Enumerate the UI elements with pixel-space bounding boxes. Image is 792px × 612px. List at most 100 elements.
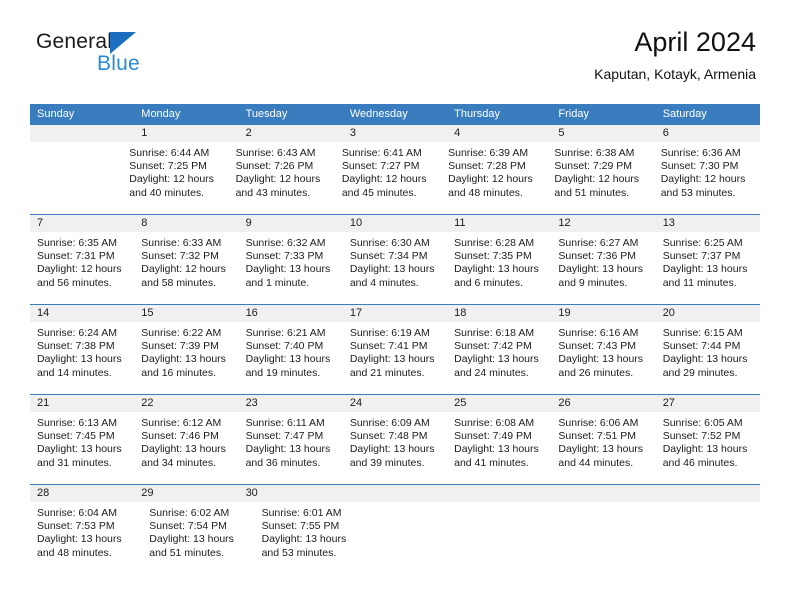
day-cell[interactable]: Sunrise: 6:44 AM Sunset: 7:25 PM Daylight:… (122, 142, 228, 214)
day-cell[interactable]: Sunrise: 6:09 AM Sunset: 7:48 PM Daylight:… (343, 412, 447, 484)
day-cell-empty (30, 142, 122, 214)
day-cell[interactable]: Sunrise: 6:33 AM Sunset: 7:32 PM Daylight:… (134, 232, 238, 304)
day-number[interactable]: 21 (30, 395, 134, 412)
daylight-line2-text: and 36 minutes. (245, 456, 321, 469)
day-number[interactable]: 15 (134, 305, 238, 322)
day-number[interactable]: 8 (134, 215, 238, 232)
day-cell[interactable]: Sunrise: 6:05 AM Sunset: 7:52 PM Daylight:… (656, 412, 760, 484)
page-header: General Blue April 2024 Kaputan, Kotayk,… (36, 26, 756, 96)
daylight-line2-text: and 4 minutes. (349, 276, 419, 289)
day-number[interactable]: 5 (551, 125, 655, 142)
day-number[interactable]: 12 (551, 215, 655, 232)
day-cell[interactable]: Sunrise: 6:12 AM Sunset: 7:46 PM Daylight:… (134, 412, 238, 484)
sunrise-text: Sunrise: 6:35 AM (37, 237, 117, 249)
day-cell[interactable]: Sunrise: 6:18 AM Sunset: 7:42 PM Daylight:… (447, 322, 551, 394)
day-number[interactable]: 11 (447, 215, 551, 232)
daylight-line1-text: Daylight: 12 hours (448, 173, 533, 186)
day-number[interactable]: 22 (134, 395, 238, 412)
day-cell[interactable]: Sunrise: 6:04 AM Sunset: 7:53 PM Daylight:… (30, 502, 142, 574)
day-cell[interactable]: Sunrise: 6:15 AM Sunset: 7:44 PM Daylight:… (656, 322, 760, 394)
daylight-line2-text: and 58 minutes. (141, 276, 216, 289)
sunset-text: Sunset: 7:48 PM (349, 430, 428, 443)
daylight-line1-text: Daylight: 13 hours (141, 443, 226, 456)
day-number[interactable]: 30 (239, 485, 343, 502)
day-number[interactable]: 27 (656, 395, 760, 412)
day-cell[interactable]: Sunrise: 6:28 AM Sunset: 7:35 PM Daylight:… (447, 232, 551, 304)
daylight-line1-text: Daylight: 13 hours (662, 353, 748, 366)
general-blue-logo[interactable]: General Blue (36, 30, 236, 86)
day-cell[interactable]: Sunrise: 6:41 AM Sunset: 7:27 PM Daylight:… (335, 142, 441, 214)
daylight-line2-text: and 53 minutes. (261, 546, 337, 559)
day-number[interactable]: 16 (239, 305, 343, 322)
weekday-header-wednesday: Wednesday (349, 108, 408, 120)
day-number[interactable]: 3 (343, 125, 447, 142)
day-cell[interactable]: Sunrise: 6:22 AM Sunset: 7:39 PM Daylight:… (134, 322, 238, 394)
day-number[interactable]: 25 (447, 395, 551, 412)
day-cell[interactable]: Sunrise: 6:38 AM Sunset: 7:29 PM Daylight:… (547, 142, 653, 214)
day-number[interactable]: 10 (343, 215, 447, 232)
day-number[interactable]: 6 (656, 125, 760, 142)
day-cell[interactable]: Sunrise: 6:01 AM Sunset: 7:55 PM Daylight:… (255, 502, 367, 574)
daylight-line1-text: Daylight: 13 hours (558, 353, 644, 366)
day-cell[interactable]: Sunrise: 6:43 AM Sunset: 7:26 PM Daylight:… (229, 142, 335, 214)
day-cell[interactable]: Sunrise: 6:11 AM Sunset: 7:47 PM Daylight:… (239, 412, 343, 484)
sunset-text: Sunset: 7:30 PM (660, 160, 739, 173)
daylight-line2-text: and 11 minutes. (662, 276, 737, 289)
day-cell[interactable]: Sunrise: 6:36 AM Sunset: 7:30 PM Daylight:… (654, 142, 760, 214)
week-detail-band: Sunrise: 6:44 AM Sunset: 7:25 PM Daylight:… (30, 142, 760, 214)
day-number[interactable]: 7 (30, 215, 134, 232)
day-cell[interactable]: Sunrise: 6:06 AM Sunset: 7:51 PM Daylight:… (551, 412, 655, 484)
daylight-line1-text: Daylight: 13 hours (37, 353, 122, 366)
sunrise-text: Sunrise: 6:06 AM (558, 417, 639, 429)
sunset-text: Sunset: 7:28 PM (448, 160, 526, 173)
daylight-line1-text: Daylight: 13 hours (245, 263, 331, 276)
sunset-text: Sunset: 7:40 PM (245, 340, 324, 353)
day-number[interactable]: 14 (30, 305, 134, 322)
daylight-line2-text: and 53 minutes. (660, 186, 736, 199)
sunrise-text: Sunrise: 6:39 AM (448, 147, 529, 159)
day-cell-empty (662, 502, 760, 574)
day-number[interactable]: 1 (134, 125, 238, 142)
day-cell[interactable]: Sunrise: 6:13 AM Sunset: 7:45 PM Daylight:… (30, 412, 134, 484)
day-cell[interactable]: Sunrise: 6:30 AM Sunset: 7:34 PM Daylight:… (343, 232, 447, 304)
week-date-band: 14 15 16 17 18 19 20 (30, 305, 760, 322)
day-cell[interactable]: Sunrise: 6:24 AM Sunset: 7:38 PM Daylight:… (30, 322, 134, 394)
day-number[interactable]: 28 (30, 485, 134, 502)
day-number[interactable]: 2 (239, 125, 343, 142)
day-number[interactable]: 18 (447, 305, 551, 322)
day-number[interactable]: 26 (551, 395, 655, 412)
sunset-text: Sunset: 7:34 PM (349, 250, 428, 263)
day-number[interactable]: 9 (239, 215, 343, 232)
day-cell[interactable]: Sunrise: 6:16 AM Sunset: 7:43 PM Daylight:… (551, 322, 655, 394)
day-cell[interactable]: Sunrise: 6:08 AM Sunset: 7:49 PM Daylight:… (447, 412, 551, 484)
day-cell[interactable]: Sunrise: 6:32 AM Sunset: 7:33 PM Daylight:… (239, 232, 343, 304)
day-cell[interactable]: Sunrise: 6:39 AM Sunset: 7:28 PM Daylight:… (441, 142, 547, 214)
calendar-week-row: 14 15 16 17 18 19 20 Sunrise: 6:24 AM Sunset: 7:… (30, 304, 760, 394)
day-cell[interactable]: Sunrise: 6:27 AM Sunset: 7:36 PM Daylight:… (551, 232, 655, 304)
day-number[interactable]: 19 (551, 305, 655, 322)
day-number[interactable]: 24 (343, 395, 447, 412)
day-number[interactable]: 20 (656, 305, 760, 322)
daylight-line1-text: Daylight: 13 hours (245, 443, 331, 456)
daylight-line1-text: Daylight: 13 hours (454, 353, 539, 366)
day-number[interactable]: 13 (656, 215, 760, 232)
daylight-line1-text: Daylight: 13 hours (349, 263, 435, 276)
day-cell[interactable]: Sunrise: 6:21 AM Sunset: 7:40 PM Daylight:… (239, 322, 343, 394)
day-number[interactable]: 23 (239, 395, 343, 412)
day-number[interactable]: 17 (343, 305, 447, 322)
day-cell[interactable]: Sunrise: 6:02 AM Sunset: 7:54 PM Daylight:… (142, 502, 254, 574)
day-cell[interactable]: Sunrise: 6:35 AM Sunset: 7:31 PM Daylight:… (30, 232, 134, 304)
weekday-header-sunday: Sunday (37, 108, 75, 120)
sunset-text: Sunset: 7:27 PM (341, 160, 420, 173)
sunrise-text: Sunrise: 6:04 AM (37, 507, 117, 519)
daylight-line2-text: and 41 minutes. (454, 456, 529, 469)
sunrise-text: Sunrise: 6:21 AM (245, 327, 326, 339)
day-number[interactable]: 29 (134, 485, 238, 502)
daylight-line1-text: Daylight: 13 hours (662, 443, 748, 456)
sunrise-text: Sunrise: 6:15 AM (662, 327, 743, 339)
week-date-band: 21 22 23 24 25 26 27 (30, 395, 760, 412)
sunrise-text: Sunrise: 6:08 AM (454, 417, 535, 429)
day-cell[interactable]: Sunrise: 6:25 AM Sunset: 7:37 PM Daylight:… (656, 232, 760, 304)
day-cell[interactable]: Sunrise: 6:19 AM Sunset: 7:41 PM Daylight:… (343, 322, 447, 394)
day-number[interactable]: 4 (447, 125, 551, 142)
